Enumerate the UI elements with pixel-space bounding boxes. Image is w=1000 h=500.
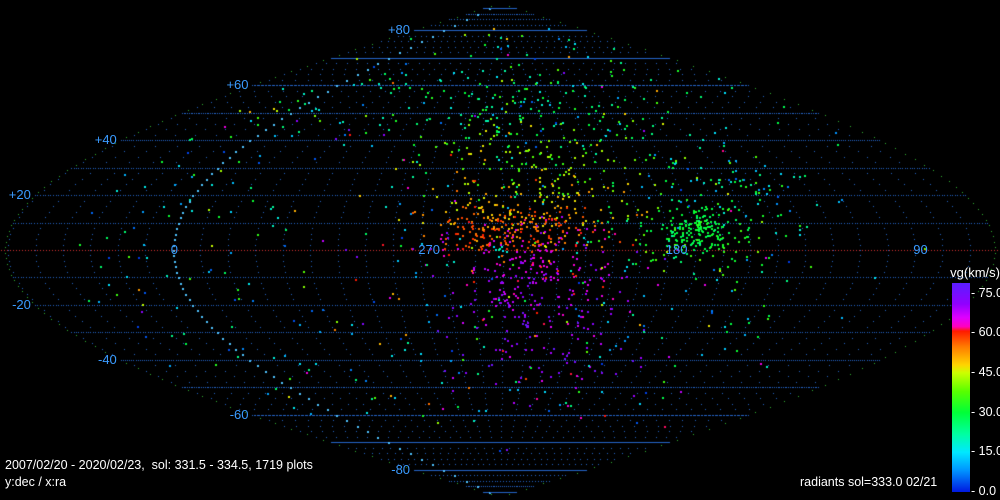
- sky-map-canvas[interactable]: [0, 0, 1000, 500]
- dec-axis-label--20: -20: [12, 296, 31, 312]
- colorbar-tick-dash: -: [971, 404, 979, 419]
- colorbar-gradient: [952, 283, 970, 492]
- colorbar-tick-label: 15.0: [978, 444, 1000, 459]
- dec-axis-label--80: -80: [391, 461, 411, 477]
- ra-axis-label-0: 0: [170, 242, 178, 257]
- dec-axis-label--40: -40: [98, 351, 117, 367]
- colorbar-tick-60.0: - 60.0: [971, 325, 1000, 340]
- dec-axis-label-+40: +40: [94, 132, 117, 148]
- colorbar-tick-label: 30.0: [978, 404, 1000, 419]
- colorbar-tick-dash: -: [971, 325, 979, 340]
- colorbar-tick-75.0: - 75.0: [971, 286, 1000, 301]
- dec-axis-label--60: -60: [229, 406, 249, 422]
- ra-axis-label-180: 180: [665, 242, 688, 257]
- colorbar-tick-45.0: - 45.0: [971, 365, 1000, 380]
- colorbar-tick-30.0: - 30.0: [971, 405, 1000, 420]
- footer-radiants-note: radiants sol=333.0 02/21: [800, 475, 938, 489]
- colorbar-tick-dash: -: [971, 364, 979, 379]
- colorbar-tick-label: 45.0: [978, 364, 1000, 379]
- ra-axis-label-90: 90: [913, 242, 928, 257]
- radiant-map-window: +80 +60 +40 +20 -20 -40 -60 -80 0 270 180 90 vg(km/…: [0, 0, 1000, 500]
- colorbar-tick-dash: -: [971, 285, 979, 300]
- colorbar-tick-label: 75.0: [978, 285, 1000, 300]
- dec-axis-label-+60: +60: [226, 77, 249, 93]
- dec-axis-label-+80: +80: [387, 22, 411, 38]
- colorbar-tick-label: 0.0: [978, 484, 997, 498]
- colorbar-title: vg(km/s): [950, 265, 1000, 280]
- colorbar-tick-dash: -: [971, 484, 979, 498]
- footer-axis-legend: y:dec / x:ra: [5, 475, 67, 489]
- colorbar-tick-15.0: - 15.0: [971, 444, 1000, 459]
- colorbar-tick-dash: -: [971, 444, 979, 459]
- footer-date-range: 2007/02/20 - 2020/02/23, sol: 331.5 - 33…: [5, 458, 313, 472]
- ra-axis-label-270: 270: [418, 242, 440, 257]
- dec-axis-label-+20: +20: [8, 187, 31, 203]
- colorbar-tick-label: 60.0: [978, 325, 1000, 340]
- colorbar-tick-0.0: - 0.0: [971, 484, 996, 499]
